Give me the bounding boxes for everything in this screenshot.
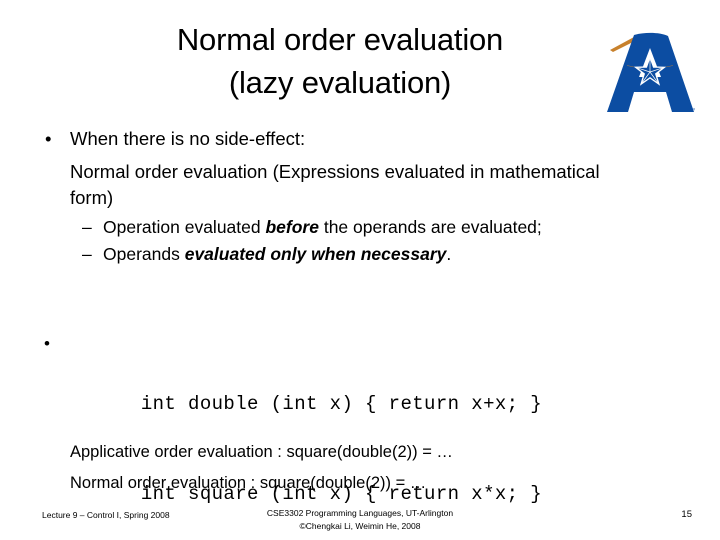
sub-bullet-text-pre: Operation evaluated — [103, 217, 266, 237]
bullet-dot-icon: • — [44, 334, 51, 353]
example-applicative-order: Applicative order evaluation : square(do… — [70, 443, 453, 461]
example-block: Applicative order evaluation : square(do… — [0, 437, 720, 499]
dash-bullet-icon: – — [82, 244, 92, 264]
slide-canvas: Normal order evaluation (lazy evaluation… — [0, 0, 720, 540]
title-line-2: (lazy evaluation) — [228, 65, 452, 100]
trademark-symbol: ™ — [689, 108, 695, 114]
sub-bullet-text-post: the operands are evaluated; — [318, 217, 542, 237]
code-text: int double (int x) { return x+x; } — [140, 393, 543, 415]
example-normal-order: Normal order evaluation : square(double(… — [70, 474, 427, 492]
sub-bullet-operands-necessary: – Operands evaluated only when necessary… — [0, 241, 720, 268]
uta-a-star-logo: ™ — [604, 32, 696, 116]
title-line-1: Normal order evaluation — [176, 22, 504, 57]
bullet-dot-icon: • — [45, 128, 52, 149]
bullet-item-label: When there is no side-effect: — [70, 128, 306, 149]
footer-course-credit: CSE3302 Programming Languages, UT-Arling… — [0, 507, 720, 532]
bullet-item-side-effect: • When there is no side-effect: — [0, 126, 720, 151]
sub-bullet-emphasis: evaluated only when necessary — [184, 244, 447, 264]
footer-copyright-line: ©Chengkai Li, Weimin He, 2008 — [299, 520, 421, 531]
slide-number: 15 — [681, 509, 692, 520]
code-line-double: • int double (int x) { return x+x; } — [0, 329, 720, 449]
slide-body: • When there is no side-effect: Normal o… — [0, 126, 720, 268]
sub-bullet-operation-before: – Operation evaluated before the operand… — [0, 214, 720, 241]
footer-course-line: CSE3302 Programming Languages, UT-Arling… — [266, 508, 454, 518]
dash-bullet-icon: – — [82, 217, 92, 237]
sub-bullet-emphasis: before — [265, 217, 319, 237]
slide-title: Normal order evaluation (lazy evaluation… — [40, 18, 640, 104]
paragraph-normal-order: Normal order evaluation (Expressions eva… — [70, 161, 600, 208]
bullet-list-level1: • When there is no side-effect: — [0, 126, 720, 151]
sub-bullet-text-pre: Operands — [103, 244, 185, 264]
bullet-list-level2: – Operation evaluated before the operand… — [0, 214, 720, 268]
slide-footer: Lecture 9 – Control I, Spring 2008 CSE33… — [0, 505, 720, 540]
sub-bullet-text-post: . — [446, 244, 452, 264]
